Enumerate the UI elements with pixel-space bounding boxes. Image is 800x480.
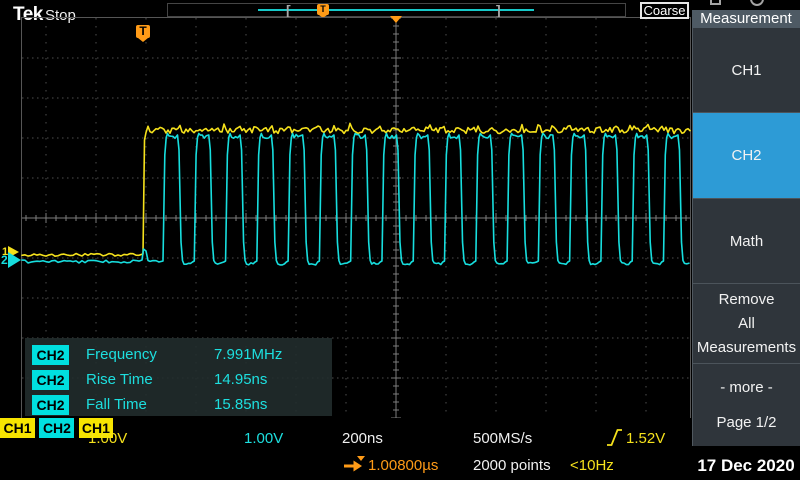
measurement-label: Rise Time [86,371,214,388]
trigger-time-marker-icon: T [136,25,150,38]
status-bar: CH1 1.00V CH2 1.00V 200ns 500MS/s CH1 1.… [0,418,692,480]
clock-icon [750,0,764,6]
measurement-row: CH2 Frequency 7.991MHz [25,342,332,367]
measurement-source-badge: CH2 [32,395,69,415]
button-label: CH2 [731,147,761,164]
measurement-label: Frequency [86,346,214,363]
button-label: Page 1/2 [716,414,776,431]
sample-rate: 500MS/s [473,429,532,449]
record-length: 2000 points [473,456,551,476]
menu-title: Measurement [692,10,800,28]
sidebar-button-ch2[interactable]: CH2 [693,112,800,198]
measurement-row: CH2 Rise Time 14.95ns [25,367,332,392]
button-label: CH1 [731,62,761,79]
button-label: Measurements [697,339,796,356]
horizontal-scale: 200ns [342,429,383,449]
oscilloscope-screen: Tek Stop [ ] T Coarse T 1 2 CH2 Frequenc… [0,0,800,480]
horizontal-delay-icon [343,455,366,472]
horizontal-delay: 1.00800µs [368,456,438,476]
button-label: All [738,315,755,332]
expansion-point-icon [390,16,402,23]
measurement-source-badge: CH2 [32,370,69,390]
ch2-badge: CH2 [39,418,74,438]
measurement-value: 14.95ns [214,371,267,388]
ch1-scale: 1.00V [88,429,127,449]
measurement-source-badge: CH2 [32,345,69,365]
button-label: Math [730,233,763,250]
ch1-badge: CH1 [0,418,35,438]
coarse-indicator: Coarse [640,2,689,19]
sidebar-button-remove-all-measurements[interactable]: Remove All Measurements [693,283,800,363]
measurement-value: 15.85ns [214,396,267,413]
trigger-level: 1.52V [626,429,665,449]
sidebar-button-more[interactable]: - more - Page 1/2 [693,363,800,446]
ch2-scale: 1.00V [244,429,283,449]
date-display: 17 Dec 2020 [692,456,800,476]
menu-sidebar: Measurement CH1 CH2 Math Remove All Meas… [692,0,800,480]
button-label: Remove [719,291,775,308]
button-label: - more - [720,379,773,396]
top-status-icons [692,0,800,10]
trigger-frequency: <10Hz [570,456,614,476]
sidebar-button-math[interactable]: Math [693,198,800,283]
ch2-arrow-icon [8,252,21,268]
menu-buttons: CH1 CH2 Math Remove All Measurements - m… [692,28,800,446]
usb-device-icon [710,0,721,5]
measurement-value: 7.991MHz [214,346,282,363]
measurement-readout-panel: CH2 Frequency 7.991MHz CH2 Rise Time 14.… [25,338,332,416]
ch2-ground-marker: 2 [1,252,21,268]
sidebar-button-ch1[interactable]: CH1 [693,28,800,112]
rising-edge-icon [606,428,623,447]
measurement-label: Fall Time [86,396,214,413]
measurement-row: CH2 Fall Time 15.85ns [25,392,332,417]
